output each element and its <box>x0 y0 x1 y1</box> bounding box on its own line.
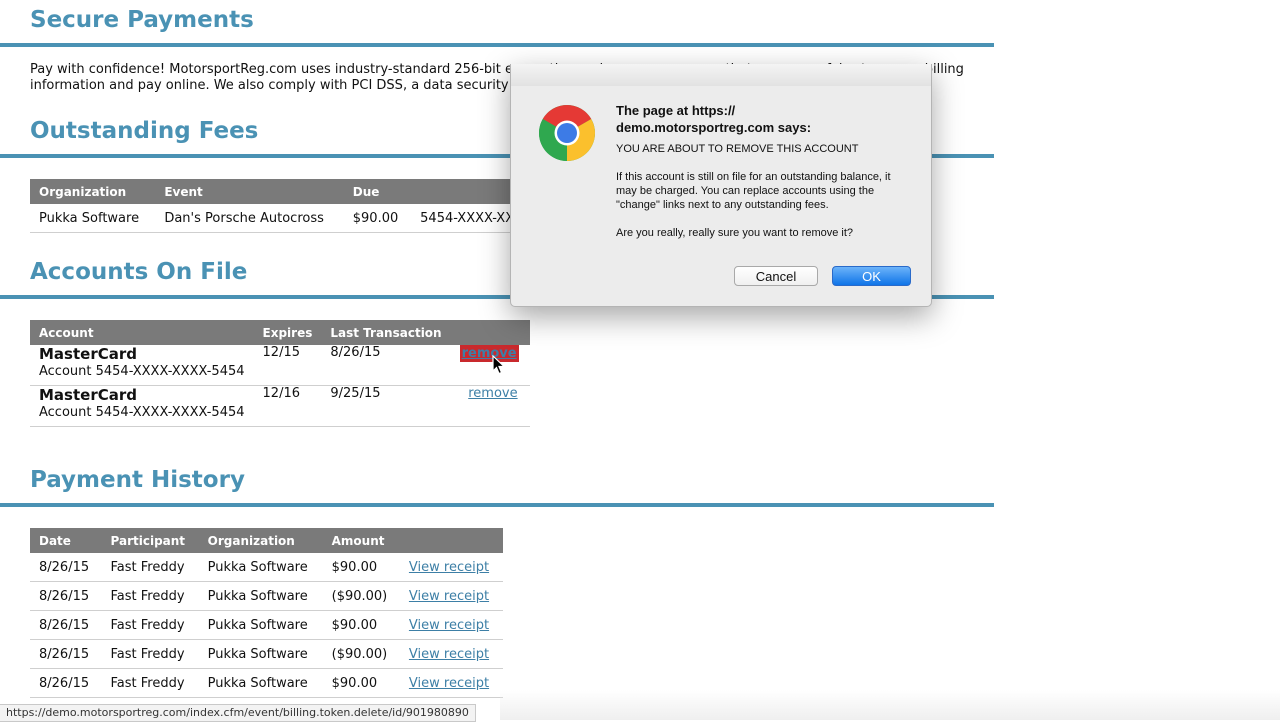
page: Secure Payments Pay with confidence! Mot… <box>0 0 1280 722</box>
card-number: Account 5454-XXXX-XXXX-5454 <box>39 405 245 420</box>
history-participant: Fast Freddy <box>101 553 199 582</box>
mouse-pointer-icon <box>492 355 506 375</box>
col-due: Due <box>343 179 412 204</box>
status-bar-url: https://demo.motorsportreg.com/index.cfm… <box>0 704 476 722</box>
dialog-heading: The page at https:// demo.motorsportreg.… <box>616 103 812 135</box>
history-date: 8/26/15 <box>30 639 102 669</box>
secure-payments-title: Secure Payments <box>30 7 254 33</box>
table-row: 8/26/15 Fast Freddy Pukka Software $90.0… <box>30 610 503 640</box>
col-expires: Expires <box>253 320 322 345</box>
card-brand: MasterCard <box>39 345 137 363</box>
receipt-cell: View receipt <box>399 581 503 611</box>
history-participant: Fast Freddy <box>101 639 199 669</box>
fee-due: $90.00 <box>343 204 412 233</box>
table-row: 8/26/15 Fast Freddy Pukka Software ($90.… <box>30 581 503 611</box>
action-cell: remove <box>450 345 530 386</box>
view-receipt-link[interactable]: View receipt <box>409 589 489 604</box>
card-number: Account 5454-XXXX-XXXX-5454 <box>39 364 245 379</box>
col-organization: Organization <box>198 528 323 553</box>
card-expires: 12/16 <box>253 385 322 427</box>
history-participant: Fast Freddy <box>101 581 199 611</box>
cancel-button[interactable]: Cancel <box>734 266 818 286</box>
card-expires: 12/15 <box>253 345 322 386</box>
table-row: 8/26/15 Fast Freddy Pukka Software $90.0… <box>30 553 503 582</box>
history-amount: ($90.00) <box>322 581 400 611</box>
payment-history-table: Date Participant Organization Amount 8/2… <box>30 528 503 698</box>
chrome-logo-icon <box>538 104 596 161</box>
action-cell: remove <box>450 385 530 427</box>
history-organization: Pukka Software <box>198 668 323 698</box>
accounts-on-file-title: Accounts On File <box>30 259 248 285</box>
table-row: MasterCard Account 5454-XXXX-XXXX-5454 1… <box>30 345 530 386</box>
payment-history-title: Payment History <box>30 467 245 493</box>
account-cell: MasterCard Account 5454-XXXX-XXXX-5454 <box>30 385 254 427</box>
history-amount: ($90.00) <box>322 639 400 669</box>
bottom-shadow <box>500 690 1280 720</box>
history-amount: $90.00 <box>322 610 400 640</box>
view-receipt-link[interactable]: View receipt <box>409 647 489 662</box>
col-participant: Participant <box>101 528 199 553</box>
dialog-message: YOU ARE ABOUT TO REMOVE THIS ACCOUNT If … <box>616 143 891 239</box>
history-participant: Fast Freddy <box>101 668 199 698</box>
receipt-cell: View receipt <box>399 639 503 669</box>
section-divider <box>0 503 994 507</box>
col-action <box>450 320 530 345</box>
dialog-topbar <box>511 64 931 86</box>
table-row: 8/26/15 Fast Freddy Pukka Software ($90.… <box>30 639 503 669</box>
view-receipt-link[interactable]: View receipt <box>409 676 489 691</box>
account-cell: MasterCard Account 5454-XXXX-XXXX-5454 <box>30 345 254 386</box>
receipt-cell: View receipt <box>399 610 503 640</box>
table-row: 8/26/15 Fast Freddy Pukka Software $90.0… <box>30 668 503 698</box>
accounts-table: Account Expires Last Transaction MasterC… <box>30 320 530 427</box>
table-header-row: Account Expires Last Transaction <box>30 320 530 345</box>
fee-event: Dan's Porsche Autocross <box>155 204 344 233</box>
table-header-row: Date Participant Organization Amount <box>30 528 503 553</box>
section-divider <box>0 43 994 47</box>
receipt-cell: View receipt <box>399 553 503 582</box>
col-amount: Amount <box>322 528 400 553</box>
col-organization: Organization <box>30 179 156 204</box>
history-date: 8/26/15 <box>30 668 102 698</box>
col-last-transaction: Last Transaction <box>321 320 451 345</box>
col-date: Date <box>30 528 102 553</box>
col-event: Event <box>155 179 344 204</box>
receipt-cell: View receipt <box>399 668 503 698</box>
confirm-dialog: The page at https:// demo.motorsportreg.… <box>510 64 932 307</box>
history-date: 8/26/15 <box>30 553 102 582</box>
remove-link[interactable]: remove <box>459 345 519 362</box>
history-organization: Pukka Software <box>198 581 323 611</box>
history-date: 8/26/15 <box>30 610 102 640</box>
history-organization: Pukka Software <box>198 639 323 669</box>
view-receipt-link[interactable]: View receipt <box>409 560 489 575</box>
card-brand: MasterCard <box>39 386 137 404</box>
card-last-transaction: 8/26/15 <box>321 345 451 386</box>
ok-button[interactable]: OK <box>832 266 911 286</box>
col-account: Account <box>30 320 254 345</box>
history-amount: $90.00 <box>322 668 400 698</box>
remove-link[interactable]: remove <box>468 386 517 401</box>
history-organization: Pukka Software <box>198 553 323 582</box>
outstanding-fees-table: Organization Event Due Pukka Software Da… <box>30 179 530 233</box>
history-participant: Fast Freddy <box>101 610 199 640</box>
view-receipt-link[interactable]: View receipt <box>409 618 489 633</box>
table-row: Pukka Software Dan's Porsche Autocross $… <box>30 204 530 233</box>
table-header-row: Organization Event Due <box>30 179 530 204</box>
history-date: 8/26/15 <box>30 581 102 611</box>
history-organization: Pukka Software <box>198 610 323 640</box>
fee-organization: Pukka Software <box>30 204 156 233</box>
outstanding-fees-title: Outstanding Fees <box>30 118 259 144</box>
table-row: MasterCard Account 5454-XXXX-XXXX-5454 1… <box>30 385 530 427</box>
history-amount: $90.00 <box>322 553 400 582</box>
card-last-transaction: 9/25/15 <box>321 385 451 427</box>
col-receipt <box>399 528 503 553</box>
